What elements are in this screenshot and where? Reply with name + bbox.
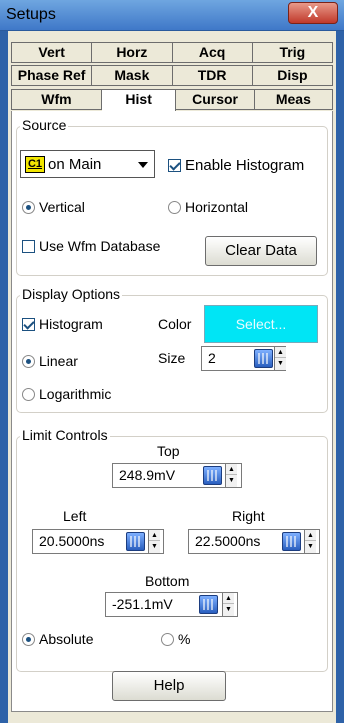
size-label: Size: [158, 350, 186, 366]
tab-horz[interactable]: Horz: [92, 42, 173, 63]
percent-radio[interactable]: [161, 633, 174, 646]
percent-label: %: [178, 631, 191, 647]
channel-badge: C1: [25, 156, 45, 173]
logarithmic-label: Logarithmic: [39, 386, 112, 402]
absolute-label: Absolute: [39, 631, 94, 647]
vertical-radio[interactable]: [22, 201, 35, 214]
window-title: Setups: [6, 6, 56, 23]
top-label: Top: [157, 443, 180, 459]
tab-acq[interactable]: Acq: [172, 42, 253, 63]
color-select-button[interactable]: Select...: [204, 305, 318, 343]
display-options-legend: Display Options: [20, 286, 123, 302]
channel-select-value: on Main: [48, 156, 102, 173]
histogram-checkbox[interactable]: [22, 318, 35, 331]
enable-histogram-checkbox[interactable]: [168, 159, 181, 172]
spin-updown-icon[interactable]: ▲ ▼: [225, 464, 237, 487]
right-label: Right: [232, 508, 265, 524]
tab-disp[interactable]: Disp: [252, 65, 333, 86]
tab-mask[interactable]: Mask: [92, 65, 173, 86]
tab-row-1: Vert Horz Acq Trig: [11, 42, 333, 63]
tab-vert[interactable]: Vert: [11, 42, 93, 63]
tab-tdr[interactable]: TDR: [172, 65, 253, 86]
spin-updown-icon[interactable]: ▲ ▼: [274, 347, 286, 370]
vertical-label: Vertical: [39, 199, 85, 215]
bottom-label: Bottom: [145, 573, 190, 589]
tab-phase-ref[interactable]: Phase Ref: [11, 65, 93, 86]
left-spinbox[interactable]: 20.5000ns ▲ ▼: [32, 529, 164, 554]
right-value: 22.5000ns: [195, 533, 261, 549]
tab-hist[interactable]: Hist: [101, 89, 177, 112]
calculator-icon[interactable]: [254, 349, 273, 368]
tab-meas[interactable]: Meas: [254, 89, 333, 110]
linear-radio[interactable]: [22, 355, 35, 368]
title-bar: Setups X: [0, 0, 344, 31]
linear-label: Linear: [39, 353, 78, 369]
use-wfm-database-checkbox[interactable]: [22, 240, 35, 253]
spin-updown-icon[interactable]: ▲ ▼: [148, 530, 160, 553]
calculator-icon[interactable]: [126, 532, 145, 551]
spin-updown-icon[interactable]: ▲ ▼: [222, 593, 234, 616]
tab-trig[interactable]: Trig: [252, 42, 333, 63]
use-wfm-database-label: Use Wfm Database: [39, 238, 161, 254]
tab-wfm-database[interactable]: Wfm Database: [11, 89, 102, 126]
tab-row-3: Wfm Database Hist Cursor Meas: [11, 89, 333, 126]
bottom-value: -251.1mV: [112, 596, 173, 612]
spin-updown-icon[interactable]: ▲ ▼: [304, 530, 316, 553]
absolute-radio[interactable]: [22, 633, 35, 646]
help-button[interactable]: Help: [112, 671, 226, 701]
horizontal-radio[interactable]: [168, 201, 181, 214]
channel-select[interactable]: C1 on Main: [20, 150, 155, 178]
histogram-label: Histogram: [39, 316, 103, 332]
calculator-icon[interactable]: [203, 466, 222, 485]
top-spinbox[interactable]: 248.9mV ▲ ▼: [112, 463, 242, 488]
tab-cursor[interactable]: Cursor: [176, 89, 255, 110]
right-spinbox[interactable]: 22.5000ns ▲ ▼: [188, 529, 320, 554]
horizontal-label: Horizontal: [185, 199, 249, 215]
tab-row-2: Phase Ref Mask TDR Disp: [11, 65, 333, 86]
clear-data-button[interactable]: Clear Data: [205, 236, 317, 266]
color-label: Color: [158, 316, 192, 332]
enable-histogram-label: Enable Histogram: [185, 157, 305, 174]
size-spinbox[interactable]: 2 ▲ ▼: [201, 346, 286, 371]
left-label: Left: [63, 508, 87, 524]
logarithmic-radio[interactable]: [22, 388, 35, 401]
close-button[interactable]: X: [288, 2, 338, 24]
calculator-icon[interactable]: [282, 532, 301, 551]
limit-controls-legend: Limit Controls: [20, 427, 110, 443]
left-value: 20.5000ns: [39, 533, 105, 549]
calculator-icon[interactable]: [199, 595, 218, 614]
top-value: 248.9mV: [119, 467, 176, 483]
bottom-spinbox[interactable]: -251.1mV ▲ ▼: [105, 592, 238, 617]
chevron-down-icon: [138, 162, 148, 168]
source-legend: Source: [20, 117, 69, 133]
size-value: 2: [208, 350, 216, 366]
